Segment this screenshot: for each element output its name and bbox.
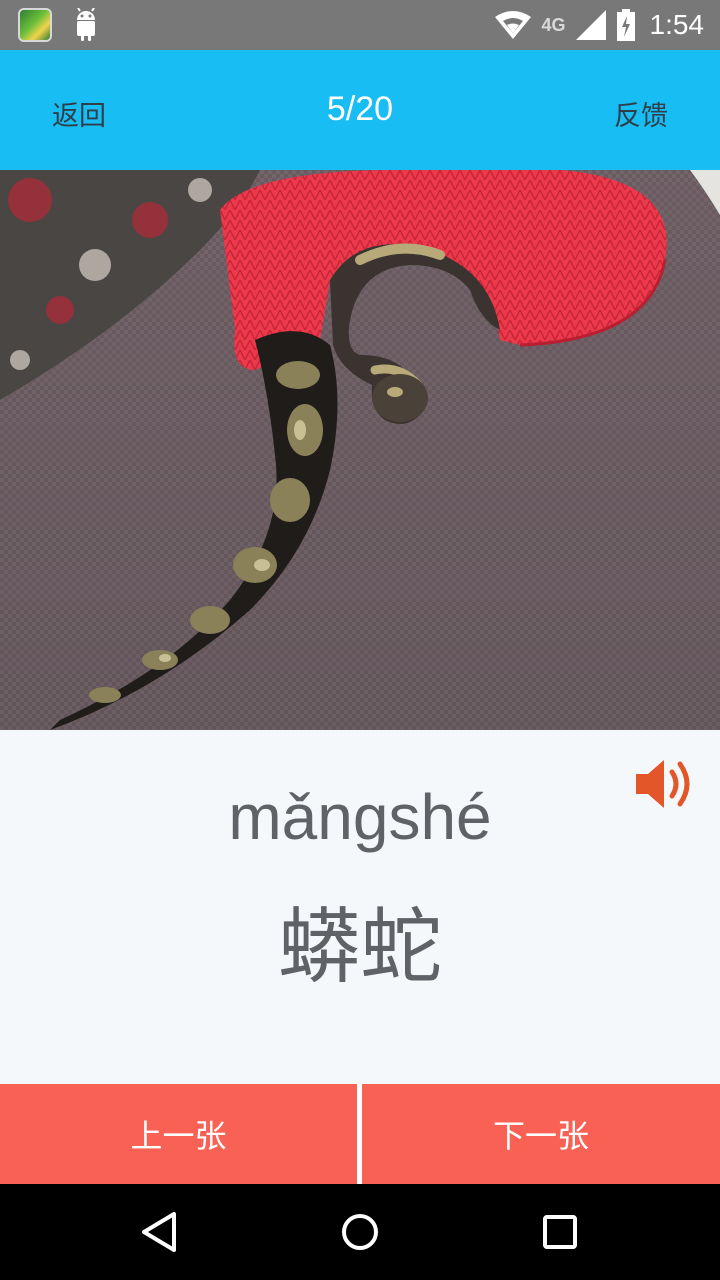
android-icon xyxy=(77,8,95,41)
wifi-icon xyxy=(495,11,532,39)
next-card-button[interactable]: 下一张 xyxy=(362,1084,720,1184)
hanzi-text: 蟒蛇 xyxy=(277,900,442,995)
feedback-button[interactable]: 反馈 xyxy=(614,94,668,133)
app-icon xyxy=(18,8,52,42)
signal-icon xyxy=(575,10,606,40)
clock: 1:54 xyxy=(649,9,705,40)
pinyin-text: mǎngshé xyxy=(228,781,492,853)
flashcard-photo xyxy=(0,170,720,730)
battery-icon xyxy=(616,9,635,41)
system-nav-bar xyxy=(0,1184,720,1280)
status-right: 4G 1:54 xyxy=(495,0,704,50)
recents-square-icon[interactable] xyxy=(536,1208,584,1256)
card-counter: 5/20 xyxy=(326,90,394,128)
back-triangle-icon[interactable] xyxy=(136,1208,184,1256)
status-left xyxy=(18,8,100,42)
prev-card-button[interactable]: 上一张 xyxy=(0,1084,357,1184)
snake-photo xyxy=(0,170,720,730)
network-type-label: 4G xyxy=(541,14,566,35)
top-bar: 返回 5/20 反馈 xyxy=(0,50,720,170)
flashcard: mǎngshé 蟒蛇 xyxy=(0,730,720,1084)
status-bar: 4G 1:54 xyxy=(0,0,720,50)
home-circle-icon[interactable] xyxy=(336,1208,384,1256)
